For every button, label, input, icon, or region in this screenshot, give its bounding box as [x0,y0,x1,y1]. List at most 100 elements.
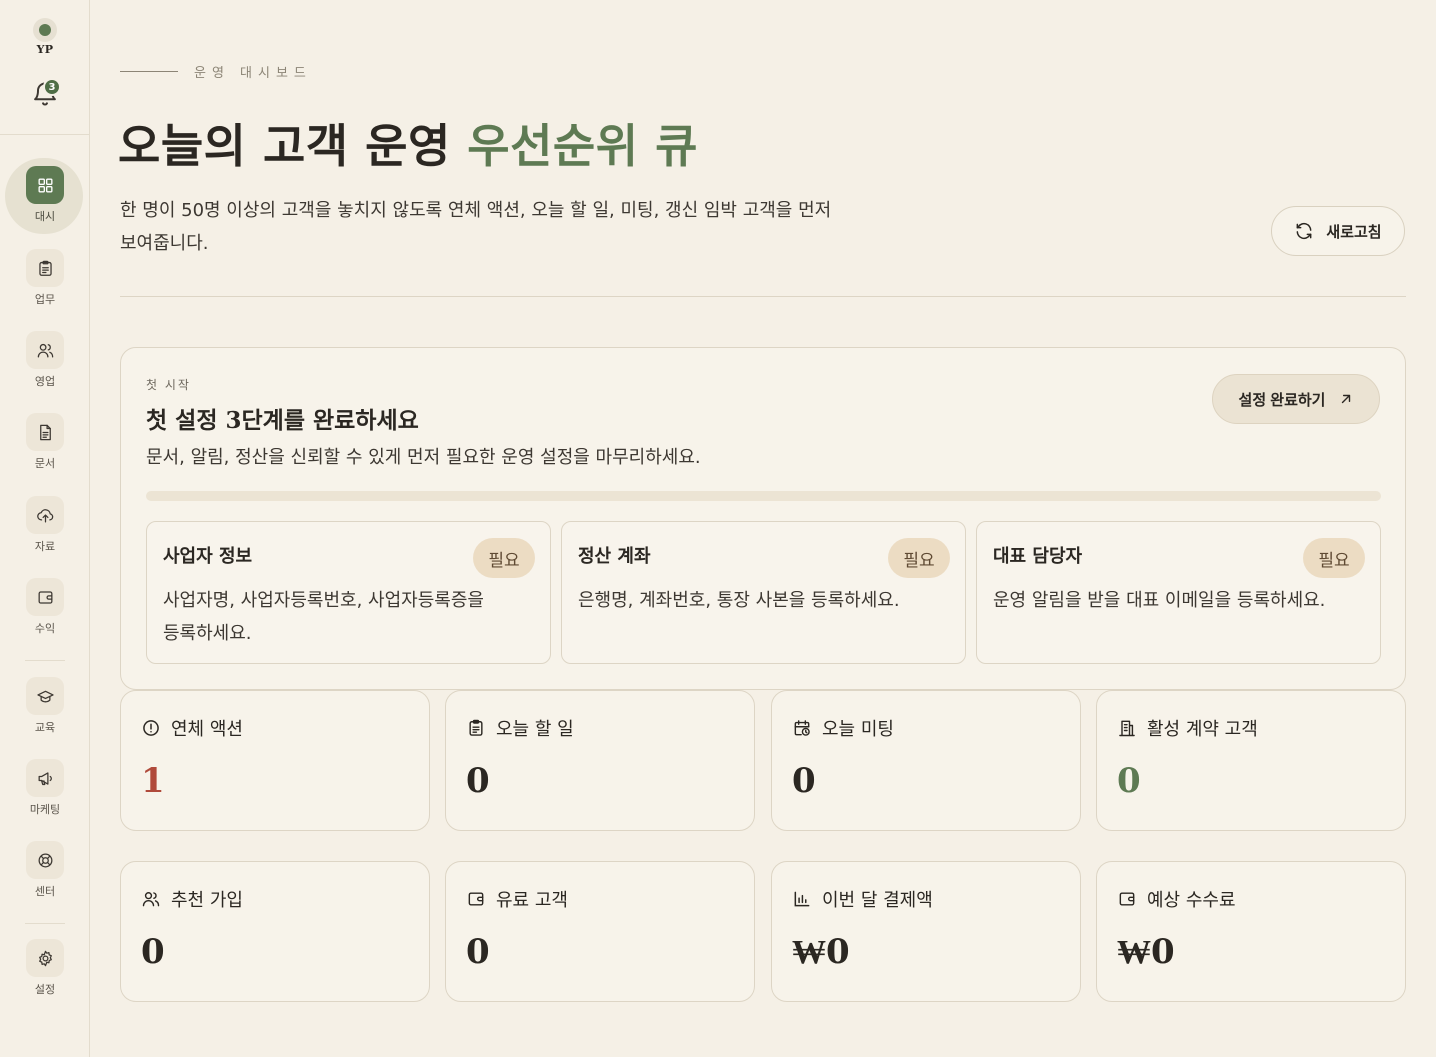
sidebar-item-documents[interactable]: 문서 [0,413,90,471]
complete-setup-label: 설정 완료하기 [1238,391,1326,409]
wallet-icon [26,578,64,616]
wallet-icon [468,892,484,906]
sidebar-item-label: 수익 [34,622,56,635]
profile-avatar[interactable]: YP [0,18,90,56]
eyebrow-text: 운영 대시보드 [194,66,312,81]
sidebar-item-label: 업무 [34,293,56,306]
stat-label: 이번 달 결제액 [822,890,933,911]
lifebuoy-icon [26,841,64,879]
stat-label: 오늘 할 일 [496,719,574,740]
sidebar-item-label: 센터 [34,885,56,898]
step-title: 사업자 정보 [163,546,253,567]
sidebar-item-center[interactable]: 센터 [0,841,90,899]
clipboard-icon [26,249,64,287]
stat-label: 유료 고객 [496,890,568,911]
sidebar-item-label: 자료 [34,540,56,553]
sidebar-item-label: 대시 [34,210,56,223]
graduation-cap-icon [26,677,64,715]
stat-header: 이번 달 결제액 [792,886,933,912]
sidebar-item-label: 교육 [34,721,56,734]
profile-initials: YP [36,43,54,56]
setup-eyebrow: 첫 시작 [146,378,191,392]
sidebar-item-label: 문서 [34,457,56,470]
sidebar-item-settings[interactable]: 설정 [0,939,90,997]
stat-label: 예상 수수료 [1147,890,1236,911]
notification-count-badge: 3 [43,78,61,96]
setup-title: 첫 설정 3단계를 완료하세요 [146,407,419,434]
status-dot-icon [33,18,57,42]
sidebar: YP 3 대시 업무 영업 문서 자료 수익 교육 마케팅 센터 설정 [0,0,90,1057]
sidebar-item-sales[interactable]: 영업 [0,331,90,389]
bar-chart-icon [794,891,810,907]
refresh-icon [1296,222,1312,240]
users-icon [26,331,64,369]
page-eyebrow: 운영 대시보드 [120,62,312,81]
sidebar-divider [0,134,90,135]
arrow-up-right-icon [1342,394,1351,404]
refresh-button[interactable]: 새로고침 [1271,206,1405,256]
stat-card-monthly-payments[interactable]: 이번 달 결제액 ₩0 [771,861,1081,1002]
step-description: 사업자명, 사업자등록번호, 사업자등록증을 등록하세요. [163,590,484,644]
gear-icon [26,939,64,977]
setup-step-representative[interactable]: 대표 담당자 필요 운영 알림을 받을 대표 이메일을 등록하세요. [976,521,1381,664]
step-title: 대표 담당자 [993,546,1083,567]
stat-card-paid-customers[interactable]: 유료 고객 0 [445,861,755,1002]
stat-value: 0 [792,761,816,801]
stat-header: 유료 고객 [466,886,568,912]
sidebar-item-education[interactable]: 교육 [0,677,90,735]
grid-icon [26,166,64,204]
megaphone-icon [26,759,64,797]
stat-value: ₩0 [1117,932,1175,972]
stat-value: 0 [466,932,490,972]
setup-description: 문서, 알림, 정산을 신뢰할 수 있게 먼저 필요한 운영 설정을 마무리하세… [146,447,701,468]
status-badge: 필요 [888,538,950,578]
sidebar-item-label: 영업 [34,375,56,388]
stat-label: 추천 가입 [171,890,243,911]
stat-header: 예상 수수료 [1117,886,1236,912]
stat-header: 오늘 할 일 [466,715,574,741]
wallet-icon [1119,892,1135,906]
setup-card: 첫 시작 첫 설정 3단계를 완료하세요 문서, 알림, 정산을 신뢰할 수 있… [120,347,1406,690]
stat-value: 1 [141,761,165,801]
document-icon [26,413,64,451]
stat-label: 연체 액션 [171,719,243,740]
setup-step-business-info[interactable]: 사업자 정보 필요 사업자명, 사업자등록번호, 사업자등록증을 등록하세요. [146,521,551,664]
stat-value: ₩0 [792,932,850,972]
complete-setup-button[interactable]: 설정 완료하기 [1212,374,1380,424]
stat-card-todays-meetings[interactable]: 오늘 미팅 0 [771,690,1081,831]
stat-value: 0 [466,761,490,801]
sidebar-divider [25,660,65,661]
sidebar-divider [25,923,65,924]
stat-value: 0 [141,932,165,972]
users-icon [142,892,160,907]
refresh-label: 새로고침 [1326,223,1382,241]
page-title: 오늘의 고객 운영 우선순위 큐 [118,110,698,176]
sidebar-item-tasks[interactable]: 업무 [0,249,90,307]
sidebar-item-revenue[interactable]: 수익 [0,578,90,636]
stat-header: 연체 액션 [141,715,243,741]
stat-value: 0 [1117,761,1141,801]
sidebar-item-label: 설정 [34,983,56,996]
status-badge: 필요 [473,538,535,578]
sidebar-item-dashboard[interactable]: 대시 [0,158,90,234]
stat-card-referral-signups[interactable]: 추천 가입 0 [120,861,430,1002]
page-description: 한 명이 50명 이상의 고객을 놓치지 않도록 연체 액션, 오늘 할 일, … [120,200,832,254]
stat-header: 오늘 미팅 [792,715,894,741]
stat-card-todays-tasks[interactable]: 오늘 할 일 0 [445,690,755,831]
stat-card-overdue-actions[interactable]: 연체 액션 1 [120,690,430,831]
stat-card-active-contracts[interactable]: 활성 계약 고객 0 [1096,690,1406,831]
stat-label: 오늘 미팅 [822,719,894,740]
setup-step-settlement-account[interactable]: 정산 계좌 필요 은행명, 계좌번호, 통장 사본을 등록하세요. [561,521,966,664]
sidebar-item-resources[interactable]: 자료 [0,496,90,554]
step-title: 정산 계좌 [578,546,651,567]
header-divider [120,296,1406,297]
notifications-button[interactable]: 3 [31,78,61,110]
status-badge: 필요 [1303,538,1365,578]
stat-card-expected-commission[interactable]: 예상 수수료 ₩0 [1096,861,1406,1002]
calendar-clock-icon [794,720,810,736]
sidebar-item-label: 마케팅 [29,803,61,816]
sidebar-item-marketing[interactable]: 마케팅 [0,759,90,817]
page-title-main: 오늘의 고객 운영 [118,119,468,173]
setup-progress-bar [146,491,1381,501]
stat-label: 활성 계약 고객 [1147,719,1258,740]
